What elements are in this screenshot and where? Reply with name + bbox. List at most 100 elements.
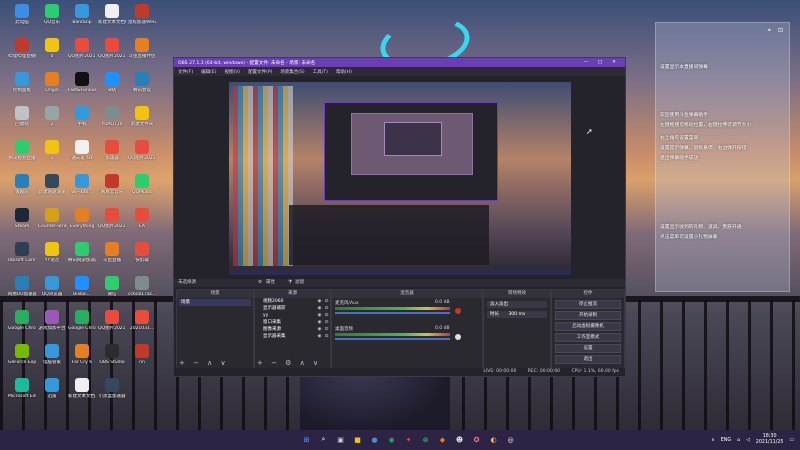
transition-select[interactable]: 淡入淡出 [487, 301, 547, 308]
desktop-icon[interactable]: 加速器 [98, 140, 126, 168]
eye-icon[interactable]: ◉ [316, 333, 323, 340]
desktop-icon[interactable]: 新建文件夹 [128, 106, 156, 134]
game-icon[interactable]: ✦ [402, 433, 415, 446]
desktop-icon[interactable]: 此电脑 [8, 4, 36, 32]
steam-icon[interactable]: ● [368, 433, 381, 446]
lock-icon[interactable]: ⊡ [323, 312, 330, 319]
settings-button[interactable]: 设置 [555, 344, 621, 353]
desktop-icon[interactable]: YY语音 [38, 242, 66, 270]
desktop-icon[interactable]: nn [128, 344, 156, 372]
desktop-icon[interactable]: QQ图片20211116... [98, 310, 126, 338]
duration-input[interactable]: 300 ms [508, 312, 525, 317]
network-icon[interactable]: ⌂ [737, 438, 740, 443]
app2-icon[interactable]: ✪ [470, 433, 483, 446]
desktop-icon[interactable]: 新建文本文档(2).txt [98, 4, 126, 32]
desktop-icon[interactable]: 小黑盒加速器 [98, 378, 126, 406]
desktop-icon[interactable]: Bilibili... [68, 276, 96, 304]
exit-button[interactable]: 退出 [555, 355, 621, 364]
start-icon[interactable]: ⊞ [300, 433, 313, 446]
desktop-icon[interactable]: 控制面板 [8, 72, 36, 100]
eye-icon[interactable]: ◉ [316, 319, 323, 326]
obs-preview[interactable] [229, 82, 571, 275]
desktop-icon[interactable]: Counter-Strike Global Off... [38, 208, 66, 236]
lock-icon[interactable]: ⊡ [323, 298, 330, 305]
desktop-icon[interactable]: Steam [8, 208, 36, 236]
lock-icon[interactable]: ⊡ [323, 319, 330, 326]
close-icon[interactable]: ✕ [607, 60, 621, 65]
desktop-icon[interactable]: cc6c817ac... [128, 276, 156, 304]
desktop-icon[interactable]: QQ浏览器 [38, 276, 66, 304]
desktop-icon[interactable]: vs—btn... [68, 174, 96, 202]
explorer-icon[interactable]: ■ [351, 433, 364, 446]
menu-profile[interactable]: 配置文件(P) [248, 69, 272, 75]
studio-mode-button[interactable]: 工作室模式 [555, 333, 621, 342]
desktop-icon[interactable]: OBS Studio [98, 344, 126, 372]
desktop-icon[interactable]: Origin [38, 72, 66, 100]
xbox-icon[interactable]: ⊗ [419, 433, 432, 446]
lock-icon[interactable]: ⊡ [323, 326, 330, 333]
desktop-icon[interactable]: 腾讯视频直播 [8, 140, 36, 168]
volume-slider[interactable] [335, 338, 450, 340]
desktop-icon[interactable]: Everything [68, 208, 96, 236]
source-item[interactable]: 窗口采集 ◉ ⊡ [255, 319, 330, 326]
desktop-icon[interactable]: 游戏加加平台 [38, 310, 66, 338]
desktop-icon[interactable]: 微信 [98, 276, 126, 304]
desktop-icon[interactable]: 0 [38, 38, 66, 66]
filter-icon[interactable]: ⧩ [288, 279, 292, 287]
start-recording-button[interactable]: 开始录制 [555, 311, 621, 320]
speaker-icon[interactable] [455, 334, 461, 340]
desktop-icon[interactable]: 迅雷 [38, 378, 66, 406]
lock-icon[interactable]: ⊡ [778, 27, 783, 34]
desktop-icon[interactable]: 哔哩哔哩直播姬 [8, 38, 36, 66]
desktop-icon[interactable]: 快剪辑 [128, 242, 156, 270]
desktop-icon[interactable]: GeForce Experience [8, 344, 36, 372]
desktop-icon[interactable]: 斗鱼直播 [98, 242, 126, 270]
notification-icon[interactable]: ▭ [789, 438, 794, 443]
language-indicator[interactable]: ENG [721, 438, 731, 443]
lock-icon[interactable]: ⊡ [323, 333, 330, 340]
desktop-icon[interactable]: QQ图片20211... [68, 38, 96, 66]
source-item[interactable]: 视频2060 ◉ ⊡ [255, 298, 330, 305]
desktop-icon[interactable]: Far Cry 6 [68, 344, 96, 372]
minimize-icon[interactable]: — [579, 60, 593, 65]
desktop-icon[interactable]: Ubisoft Connect [8, 242, 36, 270]
menu-file[interactable]: 文件(F) [178, 69, 193, 75]
eye-icon[interactable]: ◉ [316, 326, 323, 333]
speaker-mute-icon[interactable] [455, 308, 461, 314]
desktop-icon[interactable]: QQ图片20211117... [128, 140, 156, 168]
desktop-icon[interactable]: 2 [38, 106, 66, 134]
douyu-icon[interactable]: ◐ [487, 433, 500, 446]
desktop-icon[interactable]: 通天班.txt [68, 140, 96, 168]
desktop-icon[interactable]: Fast&Furious [68, 72, 96, 100]
desktop-icon[interactable]: 1 [38, 140, 66, 168]
desktop-icon[interactable]: 俄剧院 [8, 174, 36, 202]
clock[interactable]: 18:30 2021/11/25 [756, 434, 784, 446]
chrome-icon[interactable]: ◉ [385, 433, 398, 446]
desktop-icon[interactable]: Google Chrome [68, 310, 96, 338]
menu-view[interactable]: 视图(V) [224, 69, 240, 75]
desktop-icon[interactable]: 新建文本文档.txt [68, 378, 96, 406]
desktop-icon[interactable]: 新建网速测速 [38, 174, 66, 202]
properties-button[interactable]: 属性 [266, 279, 275, 287]
menu-tools[interactable]: 工具(T) [313, 69, 328, 75]
task-view-icon[interactable]: ▣ [334, 433, 347, 446]
desktop-icon[interactable]: EA [128, 208, 156, 236]
desktop-icon[interactable]: 2021031... [128, 310, 156, 338]
desktop-icon[interactable]: 腾讯网游加速器 [68, 242, 96, 270]
filters-button[interactable]: 滤镜 [295, 279, 304, 287]
menu-scene-collection[interactable]: 场景集合(S) [280, 69, 304, 75]
desktop-icon[interactable]: QQ图片20211... [98, 38, 126, 66]
maximize-icon[interactable]: □ [593, 60, 607, 65]
desktop-icon[interactable]: 回收站 [8, 106, 36, 134]
desktop-icon[interactable]: 网易UU加速器 [8, 276, 36, 304]
desktop-icon[interactable]: 电脑管家 [38, 344, 66, 372]
desktop-icon[interactable]: Google Chrome [8, 310, 36, 338]
desktop-icon[interactable]: 鼠标加速WeGame组件 [128, 4, 156, 32]
source-item[interactable]: 图像来源 ◉ ⊡ [255, 326, 330, 333]
desktop-icon[interactable]: 网易云音乐 [98, 174, 126, 202]
desktop-icon[interactable]: QQ图片20211... [98, 208, 126, 236]
obs-icon[interactable]: ◎ [504, 433, 517, 446]
gear-icon[interactable]: ⚙ [258, 279, 262, 287]
volume-slider[interactable] [335, 312, 450, 314]
desktop-icon[interactable]: QQ音乐 [38, 4, 66, 32]
